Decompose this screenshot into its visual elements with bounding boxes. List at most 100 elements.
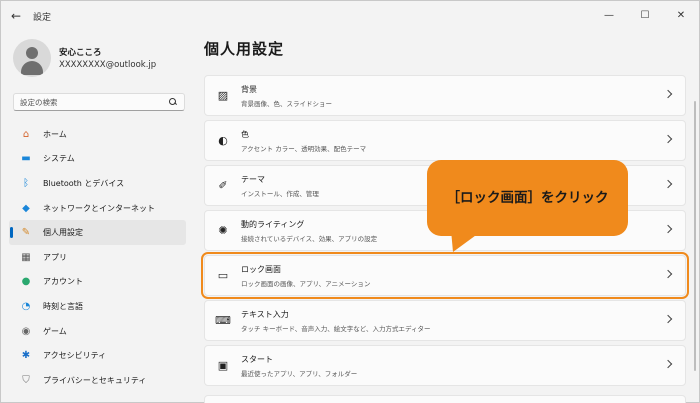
card-title: 背景 xyxy=(241,84,257,94)
sidebar-item-gaming[interactable]: ◉ ゲーム xyxy=(9,319,186,344)
card-text: テキスト入力タッチ キーボード、音声入力、絵文字など、入力方式エディター xyxy=(241,309,431,333)
sidebar-item-label: 個人用設定 xyxy=(43,228,83,238)
sidebar-item-bluetooth[interactable]: ᛒ Bluetooth とデバイス xyxy=(9,171,186,196)
sidebar-item-label: ホーム xyxy=(43,129,67,139)
card-subtitle: アクセント カラー、透明効果、配色テーマ xyxy=(241,144,367,153)
maximize-icon: ☐ xyxy=(640,9,650,21)
color-palette-icon: ◐ xyxy=(218,134,228,147)
back-button[interactable]: ← xyxy=(1,1,31,31)
instruction-callout: ［ロック画面］をクリック xyxy=(427,160,628,236)
chevron-right-icon xyxy=(663,89,673,99)
theme-brush-icon: ✐ xyxy=(218,179,228,192)
sidebar-item-label: ゲーム xyxy=(43,326,67,336)
background-image-icon: ▨ xyxy=(217,89,229,102)
card-subtitle: 接続されているデバイス、効果、アプリの設定 xyxy=(241,234,378,243)
account-icon: ● xyxy=(21,276,31,288)
profile-name: 安心こころ xyxy=(59,48,102,58)
app-title: 設定 xyxy=(33,12,52,23)
personalization-icon: ✎ xyxy=(21,227,31,239)
search-placeholder: 設定の検索 xyxy=(20,97,58,107)
sidebar-item-label: 時刻と言語 xyxy=(43,301,83,311)
sidebar-item-label: プライバシーとセキュリティ xyxy=(43,375,147,385)
sidebar-nav: ⌂ ホーム ▬ システム ᛒ Bluetooth とデバイス ◆ ネットワークとインターネット… xyxy=(9,122,186,393)
card-text: テーマインストール、作成、管理 xyxy=(241,174,319,198)
card-subtitle: 背景画像、色、スライドショー xyxy=(241,99,332,108)
search-input[interactable]: 設定の検索 xyxy=(13,93,185,111)
dynamic-lighting-icon: ✺ xyxy=(218,224,228,237)
card-title: ロック画面 xyxy=(241,264,281,274)
back-arrow-icon: ← xyxy=(10,9,22,23)
window-controls: — ☐ ✕ xyxy=(591,1,699,29)
card-title: 色 xyxy=(241,129,249,139)
sidebar-item-account[interactable]: ● アカウント xyxy=(9,270,186,295)
settings-card-partial[interactable] xyxy=(204,395,686,403)
title-bar: ← 設定 — ☐ ✕ xyxy=(1,1,699,31)
shield-icon: ⛉ xyxy=(22,374,30,386)
card-text: 動的ライティング接続されているデバイス、効果、アプリの設定 xyxy=(241,219,377,243)
callout-text: ［ロック画面］をクリック xyxy=(446,190,609,206)
sidebar-item-system[interactable]: ▬ システム xyxy=(9,147,186,172)
close-icon: ✕ xyxy=(676,9,686,21)
card-subtitle: タッチ キーボード、音声入力、絵文字など、入力方式エディター xyxy=(241,324,431,333)
card-text: スタート最近使ったアプリ、アプリ、フォルダー xyxy=(241,354,357,378)
maximize-button[interactable]: ☐ xyxy=(627,1,663,29)
settings-card-start[interactable]: ▣ スタート最近使ったアプリ、アプリ、フォルダー xyxy=(204,345,686,386)
sidebar-item-label: システム xyxy=(43,154,75,164)
time-language-icon: ◔ xyxy=(21,300,31,312)
sidebar-item-label: アクセシビリティ xyxy=(43,351,107,361)
chevron-right-icon xyxy=(663,224,673,234)
settings-card-keyboard[interactable]: ⌨ テキスト入力 タッチ キーボード、音声入力、絵文字など、入力方式エディター xyxy=(204,300,686,341)
card-text: 色アクセント カラー、透明効果、配色テーマ xyxy=(241,129,366,153)
user-profile[interactable]: 安心こころ XXXXXXXX@outlook.jp xyxy=(13,39,156,77)
profile-text: 安心こころ XXXXXXXX@outlook.jp xyxy=(59,46,156,70)
chevron-right-icon xyxy=(663,179,673,189)
chevron-right-icon xyxy=(663,269,673,279)
card-text: 背景背景画像、色、スライドショー xyxy=(241,84,332,108)
accessibility-icon: ✱ xyxy=(21,350,31,362)
sidebar-item-label: アプリ xyxy=(43,252,67,262)
avatar xyxy=(13,39,51,77)
sidebar-item-shield[interactable]: ⛉ プライバシーとセキュリティ xyxy=(9,368,186,393)
sidebar-item-label: Bluetooth とデバイス xyxy=(43,178,125,188)
avatar-head xyxy=(26,47,38,59)
sidebar-item-time-language[interactable]: ◔ 時刻と言語 xyxy=(9,294,186,319)
card-title: テーマ xyxy=(241,174,265,184)
page-title: 個人用設定 xyxy=(204,40,285,58)
sidebar-item-label: ネットワークとインターネット xyxy=(43,203,155,213)
sidebar-item-network[interactable]: ◆ ネットワークとインターネット xyxy=(9,196,186,221)
sidebar-item-apps[interactable]: ▦ アプリ xyxy=(9,245,186,270)
home-icon: ⌂ xyxy=(22,128,30,140)
system-icon: ▬ xyxy=(21,153,31,165)
sidebar-item-home[interactable]: ⌂ ホーム xyxy=(9,122,186,147)
chevron-right-icon xyxy=(663,359,673,369)
card-title: 動的ライティング xyxy=(241,219,305,229)
chevron-right-icon xyxy=(663,314,673,324)
avatar-body xyxy=(21,61,43,75)
sidebar-item-accessibility[interactable]: ✱ アクセシビリティ xyxy=(9,343,186,368)
minimize-button[interactable]: — xyxy=(591,1,627,29)
bluetooth-icon: ᛒ xyxy=(23,177,29,189)
settings-card-color-palette[interactable]: ◐ 色アクセント カラー、透明効果、配色テーマ xyxy=(204,120,686,161)
card-text: ロック画面ロック画面の画像、アプリ、アニメーション xyxy=(241,264,370,288)
apps-icon: ▦ xyxy=(21,251,31,263)
sidebar-item-label: アカウント xyxy=(43,277,83,287)
settings-card-background-image[interactable]: ▨ 背景背景画像、色、スライドショー xyxy=(204,75,686,116)
profile-email: XXXXXXXX@outlook.jp xyxy=(59,60,157,70)
chevron-right-icon xyxy=(663,134,673,144)
sidebar: 安心こころ XXXXXXXX@outlook.jp 設定の検索 ⌂ ホーム ▬ システ… xyxy=(1,31,196,403)
card-subtitle: 最近使ったアプリ、アプリ、フォルダー xyxy=(241,369,358,378)
lock-screen-icon: ▭ xyxy=(217,269,229,282)
minimize-icon: — xyxy=(604,9,614,21)
close-button[interactable]: ✕ xyxy=(663,1,699,29)
start-icon: ▣ xyxy=(217,359,229,372)
sidebar-item-personalization[interactable]: ✎ 個人用設定 xyxy=(9,220,186,245)
card-title: スタート xyxy=(241,354,273,364)
gaming-icon: ◉ xyxy=(21,325,31,337)
card-title: テキスト入力 xyxy=(241,309,289,319)
settings-card-lock-screen[interactable]: ▭ ロック画面ロック画面の画像、アプリ、アニメーション xyxy=(201,252,689,299)
search-icon xyxy=(168,97,178,107)
network-icon: ◆ xyxy=(22,202,30,214)
scrollbar[interactable] xyxy=(694,101,696,371)
card-subtitle: インストール、作成、管理 xyxy=(241,189,319,198)
card-subtitle: ロック画面の画像、アプリ、アニメーション xyxy=(241,279,371,288)
